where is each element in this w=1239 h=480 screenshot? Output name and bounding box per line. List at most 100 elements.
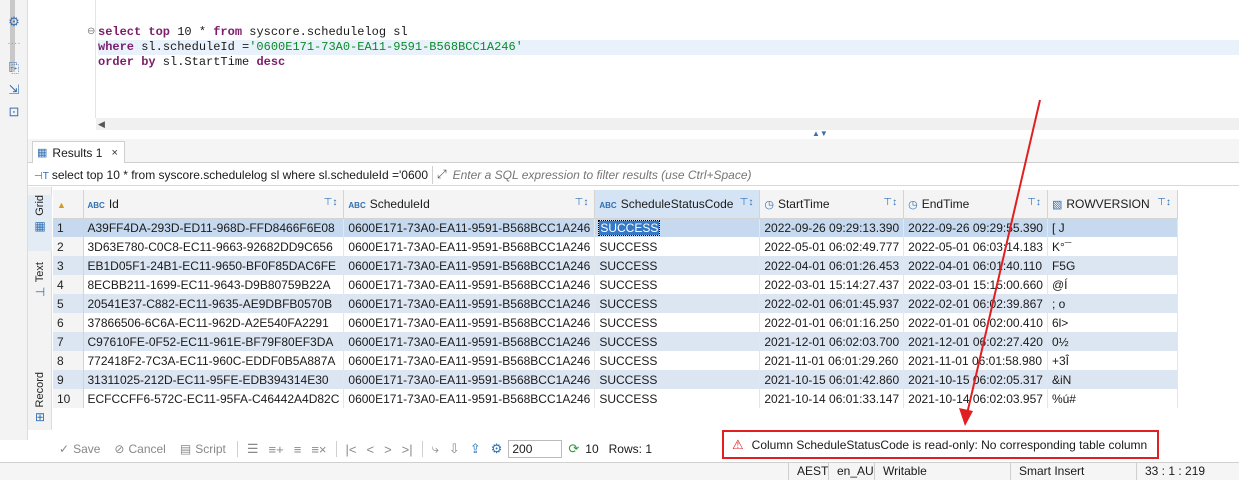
- row-number[interactable]: 10: [53, 389, 84, 408]
- close-icon[interactable]: ×: [111, 147, 117, 159]
- tab-results-1[interactable]: ▦ Results 1 ×: [32, 141, 125, 163]
- grid-cell[interactable]: 0600E171-73A0-EA11-9591-B568BCC1A246: [343, 389, 596, 408]
- grid-cell[interactable]: 772418F2-7C3A-EC11-960C-EDDF0B5A887A: [83, 351, 345, 370]
- table-row[interactable]: 3 EB1D05F1-24B1-EC11-9650-BF0F85DAC6FE 060…: [53, 256, 1178, 275]
- grid-cell[interactable]: SUCCESS: [594, 370, 761, 389]
- grid-cell[interactable]: 0600E171-73A0-EA11-9591-B568BCC1A246: [343, 313, 596, 332]
- grid-cell[interactable]: 2021-11-01 06:01:29.260: [759, 351, 905, 370]
- grid-cell[interactable]: 2021-10-14 06:01:33.147: [759, 389, 905, 408]
- grid-cell[interactable]: [ J: [1047, 218, 1178, 237]
- grid-cell[interactable]: SUCCESS: [594, 351, 761, 370]
- first-page-icon[interactable]: |<: [342, 442, 361, 457]
- table-row[interactable]: 8 772418F2-7C3A-EC11-960C-EDDF0B5A887A 060…: [53, 351, 1178, 370]
- results-grid[interactable]: ▲ ABC Id ⊤↕ ABC ScheduleId ⊤↕ ABC ScheduleStatu…: [53, 190, 1239, 428]
- grid-cell[interactable]: 31311025-212D-EC11-95FE-EDB394314E30: [83, 370, 345, 389]
- grid-cell[interactable]: 20541E37-C882-EC11-9635-AE9DBFB0570B: [83, 294, 345, 313]
- grid-cell[interactable]: 2021-12-01 06:02:27.420: [903, 332, 1048, 351]
- grid-cell[interactable]: SUCCESS: [594, 313, 761, 332]
- grid-cell[interactable]: SUCCESS: [594, 218, 761, 237]
- grid-cell[interactable]: K°¯: [1047, 237, 1178, 256]
- code-line-2[interactable]: where sl.scheduleId ='0600E171-73A0-EA11…: [98, 40, 1239, 55]
- row-number[interactable]: 3: [53, 256, 84, 275]
- sql-editor[interactable]: ⊖ select top 10 * from syscore.schedulel…: [28, 0, 1239, 130]
- copy-row-icon[interactable]: ≡: [290, 442, 306, 457]
- expand-icon[interactable]: ⤢: [437, 167, 447, 182]
- table-row[interactable]: 5 20541E37-C882-EC11-9635-AE9DBFB0570B 060…: [53, 294, 1178, 313]
- grid-cell[interactable]: EB1D05F1-24B1-EC11-9650-BF0F85DAC6FE: [83, 256, 345, 275]
- grid-cell[interactable]: 0600E171-73A0-EA11-9591-B568BCC1A246: [343, 351, 596, 370]
- grid-cell[interactable]: 0600E171-73A0-EA11-9591-B568BCC1A246: [343, 256, 596, 275]
- grid-cell[interactable]: SUCCESS: [594, 275, 761, 294]
- panel-splitter-icon[interactable]: ▲▼: [812, 130, 828, 138]
- grid-cell[interactable]: 2021-10-15 06:01:42.860: [759, 370, 905, 389]
- grid-cell[interactable]: 0½: [1047, 332, 1178, 351]
- grid-cell[interactable]: 2022-05-01 06:02:49.777: [759, 237, 905, 256]
- grid-cell[interactable]: 37866506-6C6A-EC11-962D-A2E540FA2291: [83, 313, 345, 332]
- select-all-corner[interactable]: ▲: [53, 190, 84, 219]
- sort-filter-icon[interactable]: ⊤↕: [1157, 197, 1171, 208]
- row-number[interactable]: 2: [53, 237, 84, 256]
- execute-script-icon[interactable]: ⎘: [6, 60, 22, 76]
- sort-filter-icon[interactable]: ⊤↕: [1027, 197, 1041, 208]
- table-row[interactable]: 10 ECFCCFF6-572C-EC11-95FA-C46442A4D82C 06…: [53, 389, 1178, 408]
- settings-icon[interactable]: ⚙: [487, 441, 507, 457]
- grid-cell[interactable]: SUCCESS: [594, 237, 761, 256]
- grid-cell[interactable]: C97610FE-0F52-EC11-961E-BF79F80EF3DA: [83, 332, 345, 351]
- grid-cell[interactable]: 2022-09-26 09:29:55.390: [903, 218, 1048, 237]
- sort-filter-icon[interactable]: ⊤↕: [324, 197, 338, 208]
- column-header[interactable]: ABC ScheduleStatusCode ⊤↕: [594, 190, 761, 219]
- table-row[interactable]: 4 8ECBB211-1699-EC11-9643-D9B80759B22A 060…: [53, 275, 1178, 294]
- grid-cell[interactable]: 2021-10-14 06:02:03.957: [903, 389, 1048, 408]
- grid-cell[interactable]: F5G: [1047, 256, 1178, 275]
- grid-cell[interactable]: 0600E171-73A0-EA11-9591-B568BCC1A246: [343, 218, 596, 237]
- grid-cell[interactable]: ; o: [1047, 294, 1178, 313]
- grid-cell[interactable]: SUCCESS: [594, 332, 761, 351]
- scroll-left-icon[interactable]: ◀: [98, 118, 105, 130]
- edit-row-icon[interactable]: ☰: [243, 441, 263, 457]
- grid-cell[interactable]: 0600E171-73A0-EA11-9591-B568BCC1A246: [343, 332, 596, 351]
- table-row[interactable]: 7 C97610FE-0F52-EC11-961E-BF79F80EF3DA 060…: [53, 332, 1178, 351]
- row-number[interactable]: 5: [53, 294, 84, 313]
- last-page-icon[interactable]: >|: [398, 442, 417, 457]
- grid-cell[interactable]: 2022-02-01 06:01:45.937: [759, 294, 905, 313]
- fetch-all-icon[interactable]: ⇩: [445, 441, 464, 457]
- grid-cell[interactable]: +3Î: [1047, 351, 1178, 370]
- editor-horizontal-scrollbar[interactable]: ◀: [96, 118, 1239, 130]
- add-row-icon[interactable]: ≡+: [265, 442, 288, 457]
- grid-cell[interactable]: ECFCCFF6-572C-EC11-95FA-C46442A4D82C: [83, 389, 345, 408]
- row-number[interactable]: 9: [53, 370, 84, 389]
- grid-cell[interactable]: 0600E171-73A0-EA11-9591-B568BCC1A246: [343, 370, 596, 389]
- grid-cell[interactable]: 2022-02-01 06:02:39.867: [903, 294, 1048, 313]
- grid-cell[interactable]: 3D63E780-C0C8-EC11-9663-92682DD9C656: [83, 237, 345, 256]
- grid-cell[interactable]: 2022-05-01 06:03:14.183: [903, 237, 1048, 256]
- grid-cell[interactable]: 2022-03-01 15:15:00.660: [903, 275, 1048, 294]
- table-row[interactable]: 2 3D63E780-C0C8-EC11-9663-92682DD9C656 060…: [53, 237, 1178, 256]
- row-number[interactable]: 7: [53, 332, 84, 351]
- grid-cell[interactable]: @Í: [1047, 275, 1178, 294]
- grid-cell[interactable]: &iN: [1047, 370, 1178, 389]
- fetch-size-input[interactable]: [508, 440, 563, 458]
- export-icon[interactable]: ⇪: [466, 441, 485, 457]
- gear-icon[interactable]: ⚙: [6, 14, 22, 30]
- tab-grid[interactable]: Grid ▦: [28, 195, 52, 251]
- save-button[interactable]: ✓ Save: [53, 442, 106, 456]
- explain-plan-icon[interactable]: ⊡: [6, 104, 22, 120]
- tab-text[interactable]: Text ⊣: [28, 262, 52, 312]
- sort-filter-icon[interactable]: ⊤↕: [883, 197, 897, 208]
- code-line-3[interactable]: order by sl.StartTime desc: [98, 55, 285, 70]
- grid-cell[interactable]: 2022-01-01 06:01:16.250: [759, 313, 905, 332]
- previous-page-icon[interactable]: <: [362, 442, 378, 457]
- grid-cell[interactable]: A39FF4DA-293D-ED11-968D-FFD8466F6E08: [83, 218, 345, 237]
- column-header[interactable]: ◷ StartTime ⊤↕: [759, 190, 905, 219]
- column-header[interactable]: ABC ScheduleId ⊤↕: [343, 190, 596, 219]
- grid-cell[interactable]: SUCCESS: [594, 294, 761, 313]
- table-row[interactable]: 1 A39FF4DA-293D-ED11-968D-FFD8466F6E08 060…: [53, 218, 1178, 237]
- grid-cell[interactable]: 0600E171-73A0-EA11-9591-B568BCC1A246: [343, 275, 596, 294]
- column-header[interactable]: ▧ ROWVERSION ⊤↕: [1047, 190, 1178, 219]
- table-row[interactable]: 6 37866506-6C6A-EC11-962D-A2E540FA2291 060…: [53, 313, 1178, 332]
- row-number[interactable]: 8: [53, 351, 84, 370]
- sort-filter-icon[interactable]: ⊤↕: [740, 197, 754, 208]
- column-header[interactable]: ◷ EndTime ⊤↕: [903, 190, 1048, 219]
- grid-cell[interactable]: 2021-10-15 06:02:05.317: [903, 370, 1048, 389]
- grid-cell[interactable]: SUCCESS: [594, 389, 761, 408]
